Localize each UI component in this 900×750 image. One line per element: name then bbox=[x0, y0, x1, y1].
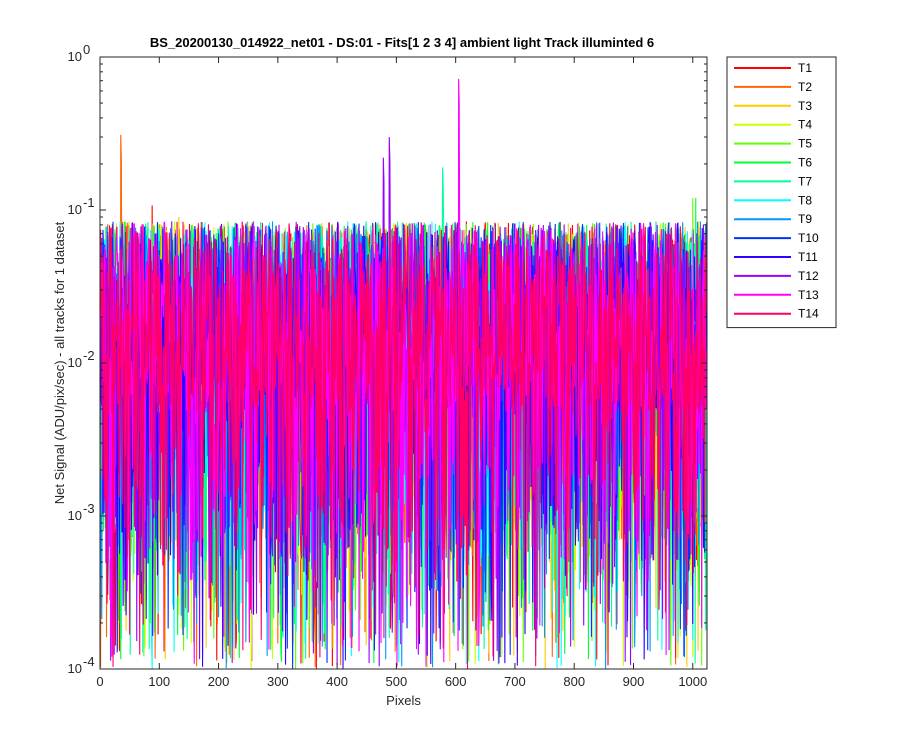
legend-box bbox=[726, 56, 837, 329]
x-tick-label: 900 bbox=[623, 674, 645, 689]
y-tick-label: 10 bbox=[68, 49, 82, 64]
x-tick-label: 100 bbox=[148, 674, 170, 689]
legend-label-t9: T9 bbox=[798, 212, 812, 226]
y-tick-label: 10 bbox=[68, 202, 82, 217]
chart-svg: BS_20200130_014922_net01 - DS:01 - Fits[… bbox=[52, 35, 837, 708]
x-tick-label: 700 bbox=[504, 674, 526, 689]
legend-label-t2: T2 bbox=[798, 80, 812, 94]
legend-label-t14: T14 bbox=[798, 307, 819, 321]
x-tick-label: 0 bbox=[96, 674, 103, 689]
x-tick-label: 200 bbox=[208, 674, 230, 689]
y-tick-exponent: -4 bbox=[83, 654, 95, 669]
y-tick-label: 10 bbox=[68, 661, 82, 676]
legend-label-t3: T3 bbox=[798, 99, 812, 113]
x-axis-label: Pixels bbox=[386, 693, 421, 708]
y-tick-exponent: -3 bbox=[83, 501, 95, 516]
y-tick-exponent: -2 bbox=[83, 348, 95, 363]
legend: T1 T2 T3 T4 T5 T6 T7 T8 T9 T10 T11 T12 T13 T14 bbox=[726, 56, 837, 329]
legend-label-t1: T1 bbox=[798, 61, 812, 75]
x-tick-label: 600 bbox=[445, 674, 467, 689]
legend-label-t5: T5 bbox=[798, 137, 812, 151]
legend-label-t7: T7 bbox=[798, 174, 812, 188]
legend-label-t4: T4 bbox=[798, 118, 812, 132]
y-tick-exponent: 0 bbox=[83, 42, 90, 57]
y-tick-exponent: -1 bbox=[83, 195, 95, 210]
x-tick-label: 300 bbox=[267, 674, 289, 689]
y-tick-label: 10 bbox=[68, 355, 82, 370]
x-tick-label: 800 bbox=[563, 674, 585, 689]
legend-label-t10: T10 bbox=[798, 231, 819, 245]
x-tick-label: 500 bbox=[386, 674, 408, 689]
y-axis-label: Net Signal (ADU/pix/sec) - all tracks fo… bbox=[52, 221, 67, 504]
x-tick-label: 400 bbox=[326, 674, 348, 689]
x-tick-label: 1000 bbox=[678, 674, 707, 689]
y-tick-label: 10 bbox=[68, 508, 82, 523]
legend-label-t6: T6 bbox=[798, 156, 812, 170]
chart-title: BS_20200130_014922_net01 - DS:01 - Fits[… bbox=[150, 35, 654, 50]
legend-label-t8: T8 bbox=[798, 193, 812, 207]
legend-label-t11: T11 bbox=[798, 250, 818, 264]
legend-label-t12: T12 bbox=[798, 269, 819, 283]
legend-label-t13: T13 bbox=[798, 288, 819, 302]
